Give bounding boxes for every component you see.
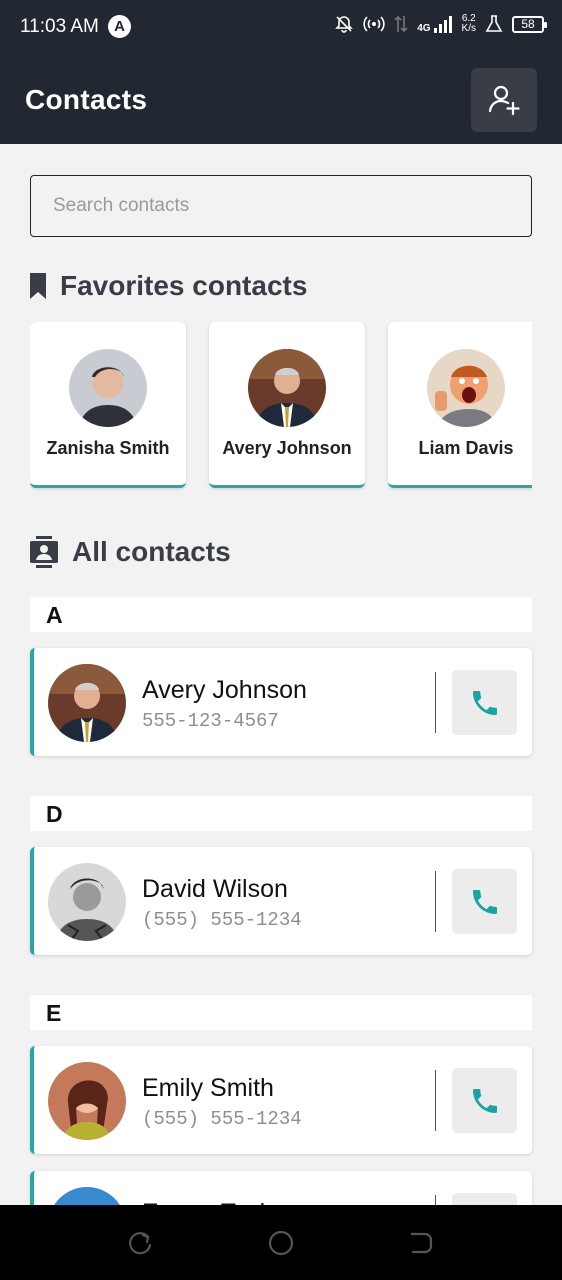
net-speed-unit: K/s — [461, 23, 476, 34]
all-contacts-title: All contacts — [72, 536, 231, 567]
avatar — [248, 349, 326, 427]
contact-name: Avery Johnson — [142, 676, 307, 704]
battery-icon: 58 — [512, 15, 547, 33]
contact-row[interactable]: Emily Smith (555) 555-1234 — [30, 1046, 532, 1154]
status-icons: 4G 6.2 K/s 58 — [334, 14, 547, 34]
contacts-book-icon — [30, 536, 58, 568]
signal-icon — [433, 16, 452, 33]
flask-icon — [485, 15, 503, 32]
recents-icon[interactable] — [126, 1229, 154, 1257]
avatar — [48, 863, 126, 941]
system-nav-bar — [0, 1205, 562, 1280]
call-button[interactable] — [452, 1068, 517, 1133]
avatar — [48, 1062, 126, 1140]
letter-header: E — [30, 995, 532, 1030]
app-notification-icon: A — [108, 15, 131, 38]
avatar — [427, 349, 505, 427]
favorite-card[interactable]: Avery Johnson — [209, 322, 365, 488]
signal-group: 4G — [417, 14, 452, 34]
favorite-name: Avery Johnson — [222, 438, 352, 458]
favorite-card[interactable]: Liam Davis — [388, 322, 532, 488]
add-contact-button[interactable] — [471, 68, 537, 132]
all-contacts-heading: All contacts — [30, 536, 231, 568]
favorite-name: Liam Davis — [418, 438, 514, 458]
bell-off-icon — [335, 16, 354, 33]
contact-phone: 555-123-4567 — [142, 710, 279, 732]
bookmark-icon — [30, 273, 46, 299]
divider — [435, 1070, 436, 1131]
add-person-icon — [488, 85, 520, 116]
contact-name: Emily Smith — [142, 1074, 274, 1102]
contact-name: David Wilson — [142, 875, 288, 903]
app-bar: Contacts — [0, 56, 562, 144]
call-button[interactable] — [452, 670, 517, 735]
favorites-heading: Favorites contacts — [30, 270, 307, 302]
data-arrows-icon — [394, 15, 408, 33]
letter-header: A — [30, 597, 532, 632]
contact-row[interactable]: Avery Johnson 555-123-4567 — [30, 648, 532, 756]
favorites-title: Favorites contacts — [60, 270, 308, 301]
letter-header: D — [30, 796, 532, 831]
net-speed: 6.2 K/s — [462, 14, 476, 34]
phone-icon — [472, 690, 497, 715]
hotspot-icon — [363, 16, 385, 32]
status-bar: 11:03 AM A 4G 6.2 K/s 58 — [0, 0, 562, 56]
contact-phone: (555) 555-1234 — [142, 1108, 302, 1130]
avatar — [48, 664, 126, 742]
call-button[interactable] — [452, 869, 517, 934]
contact-row[interactable]: David Wilson (555) 555-1234 — [30, 847, 532, 955]
avatar — [69, 349, 147, 427]
contact-phone: (555) 555-1234 — [142, 909, 302, 931]
search-input[interactable] — [30, 175, 532, 237]
status-time: 11:03 AM — [20, 16, 99, 37]
phone-icon — [472, 1088, 497, 1113]
phone-icon — [472, 889, 497, 914]
network-type: 4G — [417, 23, 431, 34]
favorite-card[interactable]: Zanisha Smith — [30, 322, 186, 488]
favorites-list: Zanisha Smith Avery Johnson Liam Davis — [30, 322, 532, 492]
divider — [435, 871, 436, 932]
favorite-name: Zanisha Smith — [46, 438, 170, 458]
divider — [435, 672, 436, 733]
home-icon[interactable] — [267, 1229, 295, 1257]
page-title: Contacts — [25, 84, 148, 115]
back-icon[interactable] — [407, 1229, 435, 1257]
